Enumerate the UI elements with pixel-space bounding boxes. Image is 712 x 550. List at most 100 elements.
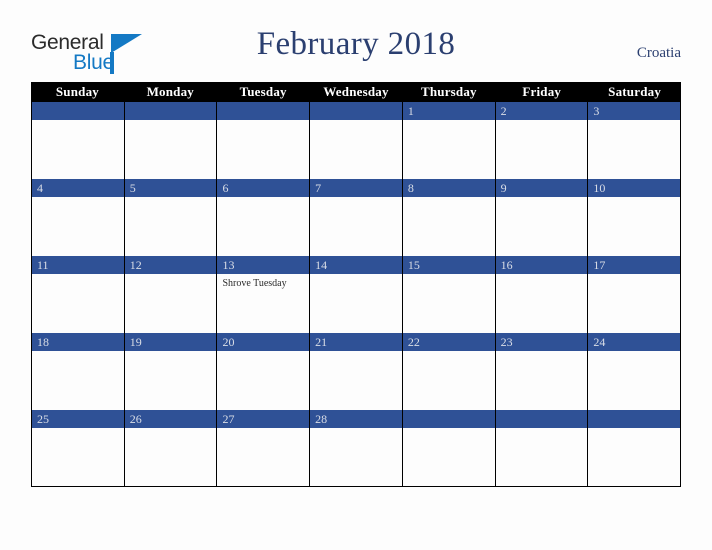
day-cell-empty[interactable] xyxy=(588,410,682,486)
day-events xyxy=(217,351,309,410)
day-number: 26 xyxy=(124,410,217,428)
day-cell-empty[interactable] xyxy=(32,102,125,179)
day-cell-25[interactable]: 25 xyxy=(32,410,125,486)
day-events xyxy=(403,351,495,410)
day-events xyxy=(125,428,217,486)
day-cell-24[interactable]: 24 xyxy=(588,333,682,410)
day-events xyxy=(496,428,588,486)
calendar-grid: Sunday Monday Tuesday Wednesday Thursday Frid… xyxy=(31,82,682,487)
day-number: 22 xyxy=(402,333,495,351)
day-events xyxy=(496,120,588,179)
calendar-page: General Blue February 2018 Croatia Sunda… xyxy=(0,0,712,550)
day-events xyxy=(588,351,680,410)
calendar-week-row: 4 5 6 7 8 9 10 xyxy=(31,179,682,256)
day-events xyxy=(403,274,495,333)
day-events xyxy=(32,120,124,179)
day-events xyxy=(496,351,588,410)
day-number xyxy=(495,410,588,428)
day-cell-empty[interactable] xyxy=(217,102,311,179)
day-number: 21 xyxy=(310,333,402,351)
day-cell-13[interactable]: 13 Shrove Tuesday xyxy=(217,256,311,333)
day-events xyxy=(32,274,124,333)
day-cell-10[interactable]: 10 xyxy=(588,179,682,256)
event-label[interactable]: Shrove Tuesday xyxy=(222,278,305,290)
day-events xyxy=(217,428,309,486)
day-cell-8[interactable]: 8 xyxy=(402,179,496,256)
day-number: 6 xyxy=(217,179,310,197)
day-number: 24 xyxy=(588,333,681,351)
day-cell-9[interactable]: 9 xyxy=(495,179,589,256)
day-cell-27[interactable]: 27 xyxy=(217,410,311,486)
day-number: 27 xyxy=(217,410,310,428)
page-title: February 2018 xyxy=(256,26,456,62)
day-number: 17 xyxy=(588,256,681,274)
weekday-header-friday: Friday xyxy=(522,84,562,99)
day-cell-17[interactable]: 17 xyxy=(588,256,682,333)
day-cell-22[interactable]: 22 xyxy=(402,333,496,410)
day-events xyxy=(588,274,680,333)
day-cell-7[interactable]: 7 xyxy=(310,179,403,256)
day-cell-18[interactable]: 18 xyxy=(32,333,125,410)
day-cell-empty[interactable] xyxy=(310,102,403,179)
day-cell-empty[interactable] xyxy=(495,410,589,486)
day-number: 14 xyxy=(310,256,402,274)
day-number: 1 xyxy=(402,102,495,120)
day-events xyxy=(496,197,588,256)
weekday-header-row: Sunday Monday Tuesday Wednesday Thursday Frid… xyxy=(31,82,681,102)
day-events xyxy=(310,351,402,410)
weekday-header-monday: Monday xyxy=(146,84,194,99)
page-header: General Blue February 2018 Croatia xyxy=(0,0,712,82)
day-cell-15[interactable]: 15 xyxy=(402,256,496,333)
day-number xyxy=(402,410,495,428)
day-cell-19[interactable]: 19 xyxy=(124,333,218,410)
day-events xyxy=(310,428,402,486)
day-events xyxy=(217,120,309,179)
day-cell-empty[interactable] xyxy=(402,410,496,486)
day-cell-6[interactable]: 6 xyxy=(217,179,311,256)
day-number: 19 xyxy=(124,333,217,351)
day-cell-28[interactable]: 28 xyxy=(310,410,403,486)
day-events xyxy=(403,120,495,179)
day-cell-16[interactable]: 16 xyxy=(495,256,589,333)
day-cell-11[interactable]: 11 xyxy=(32,256,125,333)
day-events xyxy=(217,197,309,256)
day-events xyxy=(125,120,217,179)
day-number: 25 xyxy=(32,410,124,428)
day-number: 8 xyxy=(402,179,495,197)
day-cell-5[interactable]: 5 xyxy=(124,179,218,256)
day-cell-21[interactable]: 21 xyxy=(310,333,403,410)
day-number xyxy=(32,102,124,120)
day-cell-20[interactable]: 20 xyxy=(217,333,311,410)
calendar-week-row: 25 26 27 28 xyxy=(31,410,682,487)
day-cell-12[interactable]: 12 xyxy=(124,256,218,333)
day-number: 16 xyxy=(495,256,588,274)
day-events xyxy=(403,428,495,486)
calendar-weeks: 1 2 3 4 5 6 7 8 9 10 11 12 13 Shrove Tuesday 14 15 16 17 1… xyxy=(31,102,682,487)
day-number: 20 xyxy=(217,333,310,351)
weekday-header-tuesday: Tuesday xyxy=(239,84,287,99)
calendar-week-row: 11 12 13 Shrove Tuesday 14 15 16 17 xyxy=(31,256,682,333)
calendar-week-row: 123 xyxy=(31,102,682,179)
day-events xyxy=(588,120,680,179)
day-number: 4 xyxy=(32,179,124,197)
day-number: 13 xyxy=(217,256,310,274)
day-number: 7 xyxy=(310,179,402,197)
day-events xyxy=(125,351,217,410)
day-cell-26[interactable]: 26 xyxy=(124,410,218,486)
day-events xyxy=(588,428,680,486)
day-cell-empty[interactable] xyxy=(124,102,218,179)
weekday-header-wednesday: Wednesday xyxy=(323,84,389,99)
day-number: 2 xyxy=(495,102,588,120)
day-events xyxy=(310,120,402,179)
day-cell-23[interactable]: 23 xyxy=(495,333,589,410)
day-cell-14[interactable]: 14 xyxy=(310,256,403,333)
day-events xyxy=(32,351,124,410)
day-cell-3[interactable]: 3 xyxy=(588,102,682,179)
day-number xyxy=(588,410,681,428)
weekday-header-thursday: Thursday xyxy=(420,84,477,99)
weekday-header-sunday: Sunday xyxy=(55,84,99,99)
day-cell-4[interactable]: 4 xyxy=(32,179,125,256)
day-cell-1[interactable]: 1 xyxy=(402,102,496,179)
day-number: 15 xyxy=(402,256,495,274)
day-cell-2[interactable]: 2 xyxy=(495,102,589,179)
